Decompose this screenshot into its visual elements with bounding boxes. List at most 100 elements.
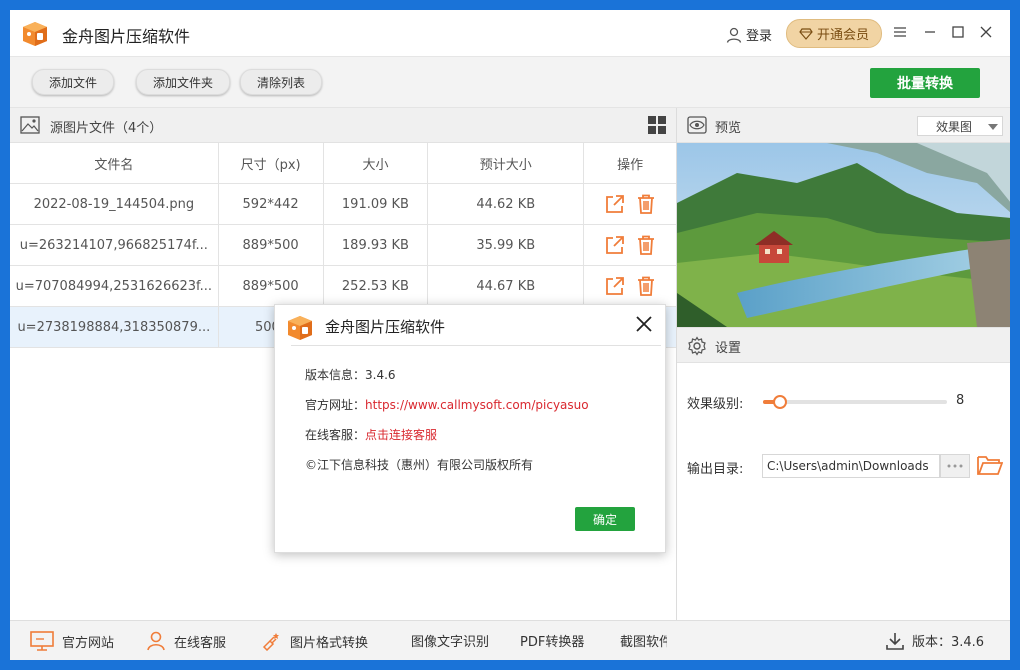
format-convert-link[interactable]: 图片格式转换 <box>260 631 368 651</box>
plugin-icon <box>262 633 279 651</box>
output-dir-label: 输出目录: <box>687 462 744 477</box>
vip-button[interactable]: 开通会员 <box>786 19 882 48</box>
add-file-button[interactable]: 添加文件 <box>32 69 114 95</box>
gear-icon <box>688 336 706 356</box>
login-label: 登录 <box>746 29 773 44</box>
copyright-line: ©江下信息科技（惠州）有限公司版权所有 <box>305 458 534 472</box>
divider <box>291 345 661 346</box>
table-row[interactable]: u=263214107,966825174f... 889*500 189.93… <box>10 225 676 266</box>
official-site-link[interactable]: 官方网站 <box>30 631 114 651</box>
preview-mode-value: 效果图 <box>936 119 973 134</box>
open-external-icon[interactable] <box>605 235 625 255</box>
screenshot-link[interactable]: 截图软件 <box>620 631 667 650</box>
estimated-size: 35.99 KB <box>428 225 585 265</box>
add-folder-button[interactable]: 添加文件夹 <box>136 69 230 95</box>
vip-label: 开通会员 <box>816 28 869 43</box>
output-dir-field[interactable]: C:\Users\admin\Downloads <box>762 454 940 478</box>
file-list-title: 源图片文件（4个） <box>50 121 163 136</box>
output-dir-value: C:\Users\admin\Downloads <box>767 459 929 473</box>
minimize-button[interactable] <box>920 22 940 42</box>
trash-icon[interactable] <box>637 235 655 255</box>
browse-button[interactable] <box>940 454 970 478</box>
menu-button[interactable] <box>890 22 910 42</box>
service-link[interactable]: 点击连接客服 <box>365 428 437 442</box>
row-actions <box>584 266 676 306</box>
file-size: 252.53 KB <box>324 266 429 306</box>
settings-title: 设置 <box>715 341 742 356</box>
pdf-converter-link[interactable]: PDF转换器 <box>520 631 584 650</box>
login-button[interactable]: 登录 <box>726 25 772 44</box>
table-row[interactable]: 2022-08-19_144504.png 592*442 191.09 KB … <box>10 184 676 225</box>
user-icon <box>726 27 742 43</box>
effect-level-label: 效果级别: <box>687 397 744 412</box>
pdf-converter-label: PDF转换器 <box>520 635 585 650</box>
row-actions <box>584 184 676 224</box>
download-icon <box>886 632 904 650</box>
maximize-button[interactable] <box>948 22 968 42</box>
preview-title: 预览 <box>715 121 742 136</box>
preview-image <box>677 143 1010 327</box>
table-row[interactable]: u=707084994,2531626623f... 889*500 252.5… <box>10 266 676 307</box>
footer-bar: 官方网站 在线客服 图片格式转换 图像文字识别 PDF转换器 截图软件 版本：3… <box>10 620 1010 660</box>
clear-list-button[interactable]: 清除列表 <box>240 69 322 95</box>
effect-level-slider[interactable] <box>763 395 947 409</box>
table-header-row: 文件名 尺寸（px) 大小 预计大小 操作 <box>10 143 676 184</box>
online-service-label: 在线客服 <box>174 635 227 651</box>
ok-button[interactable]: 确定 <box>575 507 635 531</box>
minimize-icon <box>925 31 935 33</box>
dialog-title: 金舟图片压缩软件 <box>325 318 446 336</box>
close-button[interactable] <box>976 22 996 42</box>
eye-icon <box>687 116 707 134</box>
trash-icon[interactable] <box>637 194 655 214</box>
title-bar: 金舟图片压缩软件 登录 开通会员 <box>10 10 1010 57</box>
format-convert-label: 图片格式转换 <box>290 635 369 651</box>
version-line: 版本信息：3.4.6 <box>305 368 396 382</box>
diamond-icon <box>799 27 813 40</box>
estimated-size: 44.62 KB <box>428 184 585 224</box>
website-line: 官方网址：https://www.callmysoft.com/picyasuo <box>305 396 589 413</box>
grid-view-icon[interactable] <box>647 115 667 135</box>
ocr-label: 图像文字识别 <box>411 635 490 650</box>
column-header: 预计大小 <box>428 143 585 183</box>
app-logo-icon <box>23 22 47 46</box>
column-header: 大小 <box>324 143 429 183</box>
column-header: 文件名 <box>10 143 219 183</box>
file-size: 191.09 KB <box>324 184 429 224</box>
right-panel: 预览 效果图 设置 效果级别: 8 输出目录: C:\Users\admin\D… <box>676 108 1010 620</box>
more-icon <box>947 464 963 468</box>
dimensions: 889*500 <box>219 266 324 306</box>
settings-header: 设置 <box>677 327 1010 363</box>
version-info: 版本：3.4.6 <box>886 631 984 650</box>
service-line: 在线客服：点击连接客服 <box>305 426 437 443</box>
close-icon[interactable] <box>635 315 653 333</box>
monitor-icon <box>30 631 54 651</box>
dimensions: 592*442 <box>219 184 324 224</box>
trash-icon[interactable] <box>637 276 655 296</box>
estimated-size: 44.67 KB <box>428 266 585 306</box>
column-header: 尺寸（px) <box>219 143 324 183</box>
file-name: 2022-08-19_144504.png <box>10 184 219 224</box>
preview-mode-select[interactable]: 效果图 <box>917 116 1003 136</box>
open-external-icon[interactable] <box>605 276 625 296</box>
row-actions <box>584 225 676 265</box>
file-name: u=707084994,2531626623f... <box>10 266 219 306</box>
online-service-link[interactable]: 在线客服 <box>146 631 226 651</box>
screenshot-label: 截图软件 <box>620 635 667 650</box>
app-title: 金舟图片压缩软件 <box>62 27 191 46</box>
toolbar: 添加文件 添加文件夹 清除列表 批量转换 <box>10 57 1010 108</box>
chevron-down-icon <box>988 124 998 130</box>
about-dialog: 金舟图片压缩软件 版本信息：3.4.6 官方网址：https://www.cal… <box>274 304 666 553</box>
open-external-icon[interactable] <box>605 194 625 214</box>
preview-header: 预览 效果图 <box>677 108 1010 143</box>
file-list-header: 源图片文件（4个） <box>10 108 676 143</box>
slider-handle[interactable] <box>773 395 787 409</box>
image-icon <box>20 116 40 134</box>
file-size: 189.93 KB <box>324 225 429 265</box>
batch-convert-button[interactable]: 批量转换 <box>870 68 980 98</box>
dimensions: 889*500 <box>219 225 324 265</box>
file-name: u=2738198884,318350879... <box>10 307 219 347</box>
folder-icon[interactable] <box>977 453 1003 477</box>
website-link[interactable]: https://www.callmysoft.com/picyasuo <box>365 398 589 412</box>
version-label: 版本：3.4.6 <box>912 635 985 650</box>
ocr-link[interactable]: 图像文字识别 <box>411 631 489 650</box>
